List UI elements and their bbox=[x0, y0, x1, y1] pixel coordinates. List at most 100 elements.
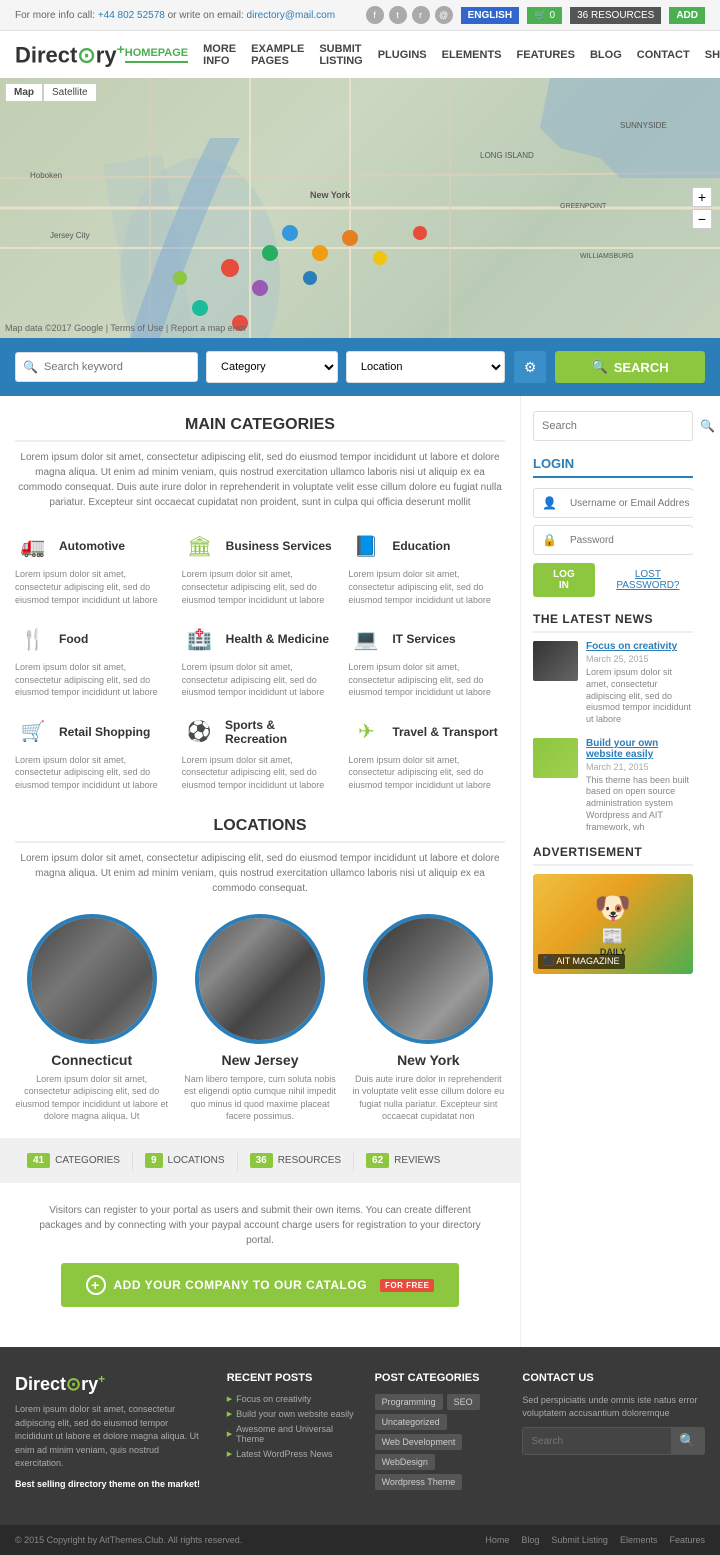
connecticut-image bbox=[27, 914, 157, 1044]
username-input-wrapper: 👤 bbox=[533, 488, 693, 518]
stat-categories-label: CATEGORIES bbox=[55, 1155, 120, 1166]
recent-post-2[interactable]: Awesome and Universal Theme bbox=[227, 1424, 355, 1444]
recent-post-1[interactable]: Build your own website easily bbox=[227, 1409, 355, 1419]
nav-plugins[interactable]: PLUGINS bbox=[378, 49, 427, 61]
footer-nav-submit[interactable]: Submit Listing bbox=[551, 1535, 608, 1545]
location-new-jersey[interactable]: New Jersey Nam libero tempore, cum solut… bbox=[183, 914, 336, 1123]
category-automotive[interactable]: Automotive Lorem ipsum dolor sit amet, c… bbox=[15, 528, 172, 606]
advertisement-image[interactable]: 🐶 📰 DAILY ⬛ AIT MAGAZINE bbox=[533, 874, 693, 974]
news-title-1[interactable]: Build your own website easily bbox=[586, 738, 693, 760]
ad-dog-emoji: 🐶 bbox=[594, 891, 631, 926]
svg-text:New York: New York bbox=[310, 190, 351, 200]
footer-search-button[interactable]: 🔍 bbox=[671, 1428, 704, 1454]
sidebar-search-icon: 🔍 bbox=[692, 412, 720, 440]
svg-text:Jersey City: Jersey City bbox=[50, 231, 90, 240]
facebook-icon[interactable]: f bbox=[366, 6, 384, 24]
search-settings-button[interactable]: ⚙ bbox=[513, 350, 547, 384]
top-bar-phone[interactable]: +44 802 52578 bbox=[98, 10, 165, 21]
tag-wordpress-theme[interactable]: Wordpress Theme bbox=[375, 1474, 463, 1490]
automotive-desc: Lorem ipsum dolor sit amet, consectetur … bbox=[15, 568, 172, 606]
add-button[interactable]: ADD bbox=[669, 7, 705, 24]
top-bar-info: For more info call: bbox=[15, 10, 95, 21]
sidebar-search-wrapper: 🔍 bbox=[533, 411, 693, 441]
location-select[interactable]: Location bbox=[346, 351, 505, 383]
nav-contact[interactable]: CONTACT bbox=[637, 49, 690, 61]
footer-description: Lorem ipsum dolor sit amet, consectetur … bbox=[15, 1403, 207, 1471]
resources-button[interactable]: 36 RESOURCES bbox=[570, 7, 661, 24]
category-select[interactable]: Category bbox=[206, 351, 338, 383]
sports-desc: Lorem ipsum dolor sit amet, consectetur … bbox=[182, 754, 339, 792]
footer-copyright: © 2015 Copyright by AitThemes.Club. All … bbox=[15, 1535, 242, 1545]
search-button-icon: 🔍 bbox=[592, 359, 608, 375]
footer-tags: Programming SEO Uncategorized Web Develo… bbox=[375, 1394, 503, 1490]
nav-shop[interactable]: SHOP bbox=[705, 49, 720, 61]
zoom-out-button[interactable]: − bbox=[692, 209, 712, 229]
category-travel[interactable]: Travel & Transport Lorem ipsum dolor sit… bbox=[348, 714, 505, 792]
login-buttons: LOG IN LOST PASSWORD? bbox=[533, 563, 693, 597]
category-it[interactable]: IT Services Lorem ipsum dolor sit amet, … bbox=[348, 621, 505, 699]
it-desc: Lorem ipsum dolor sit amet, consectetur … bbox=[348, 661, 505, 699]
footer-nav-home[interactable]: Home bbox=[485, 1535, 509, 1545]
category-food[interactable]: Food Lorem ipsum dolor sit amet, consect… bbox=[15, 621, 172, 699]
map-tab-satellite[interactable]: Satellite bbox=[43, 83, 97, 102]
tag-programming[interactable]: Programming bbox=[375, 1394, 443, 1410]
nav-elements[interactable]: ELEMENTS bbox=[442, 49, 502, 61]
search-button-label: SEARCH bbox=[614, 360, 669, 375]
category-business[interactable]: Business Services Lorem ipsum dolor sit … bbox=[182, 528, 339, 606]
search-button[interactable]: 🔍 SEARCH bbox=[555, 351, 705, 383]
locations-title: LOCATIONS bbox=[15, 817, 505, 843]
nav-more-info[interactable]: MORE INFO bbox=[203, 43, 236, 67]
nav-blog[interactable]: BLOG bbox=[590, 49, 622, 61]
category-retail[interactable]: Retail Shopping Lorem ipsum dolor sit am… bbox=[15, 714, 172, 792]
category-sports[interactable]: Sports & Recreation Lorem ipsum dolor si… bbox=[182, 714, 339, 792]
cart-button[interactable]: 🛒 0 bbox=[527, 7, 562, 24]
footer-grid: Direct⊙ry+ Lorem ipsum dolor sit amet, c… bbox=[15, 1372, 705, 1490]
sidebar-search-input[interactable] bbox=[534, 413, 692, 439]
login-button[interactable]: LOG IN bbox=[533, 563, 595, 597]
mail-icon[interactable]: @ bbox=[435, 6, 453, 24]
news-title-0[interactable]: Focus on creativity bbox=[586, 641, 693, 652]
nav-submit-listing[interactable]: SUBMIT LISTING bbox=[319, 43, 362, 67]
ad-newspaper: 📰 bbox=[594, 926, 631, 947]
footer-nav-features[interactable]: Features bbox=[669, 1535, 705, 1545]
location-new-york[interactable]: New York Duis aute irure dolor in repreh… bbox=[352, 914, 505, 1123]
sidebar-latest-news: THE LATEST NEWS Focus on creativity Marc… bbox=[533, 612, 693, 833]
tag-webdesign[interactable]: WebDesign bbox=[375, 1454, 435, 1470]
map-tab-map[interactable]: Map bbox=[5, 83, 43, 102]
tag-web-development[interactable]: Web Development bbox=[375, 1434, 463, 1450]
logo[interactable]: Direct⊙ry+ bbox=[15, 41, 125, 68]
contact-desc: Sed perspiciatis unde omnis iste natus e… bbox=[522, 1394, 705, 1419]
news-item-1: Build your own website easily March 21, … bbox=[533, 738, 693, 833]
recent-post-0[interactable]: Focus on creativity bbox=[227, 1394, 355, 1404]
tag-seo[interactable]: SEO bbox=[447, 1394, 480, 1410]
nav-homepage[interactable]: HOMEPAGE bbox=[125, 47, 188, 63]
search-keyword-input[interactable] bbox=[15, 352, 198, 382]
location-connecticut[interactable]: Connecticut Lorem ipsum dolor sit amet, … bbox=[15, 914, 168, 1123]
zoom-in-button[interactable]: + bbox=[692, 187, 712, 207]
twitter-icon[interactable]: t bbox=[389, 6, 407, 24]
nav-example-pages[interactable]: EXAMPLE PAGES bbox=[251, 43, 304, 67]
username-input[interactable] bbox=[565, 491, 707, 516]
footer-logo: Direct⊙ry+ bbox=[15, 1372, 207, 1395]
footer-search: 🔍 bbox=[522, 1427, 705, 1455]
category-education[interactable]: Education Lorem ipsum dolor sit amet, co… bbox=[348, 528, 505, 606]
rss-icon[interactable]: r bbox=[412, 6, 430, 24]
stat-resources-label: RESOURCES bbox=[278, 1155, 341, 1166]
footer-nav-elements[interactable]: Elements bbox=[620, 1535, 658, 1545]
category-health[interactable]: Health & Medicine Lorem ipsum dolor sit … bbox=[182, 621, 339, 699]
stat-reviews-num: 62 bbox=[366, 1153, 389, 1168]
nav-features[interactable]: FEATURES bbox=[517, 49, 575, 61]
categories-section: MAIN CATEGORIES Lorem ipsum dolor sit am… bbox=[15, 416, 505, 791]
top-bar-email[interactable]: directory@mail.com bbox=[247, 10, 336, 21]
tag-uncategorized[interactable]: Uncategorized bbox=[375, 1414, 447, 1430]
recent-post-3[interactable]: Latest WordPress News bbox=[227, 1449, 355, 1459]
language-selector[interactable]: ENGLISH bbox=[461, 7, 519, 24]
lost-password-button[interactable]: LOST PASSWORD? bbox=[603, 563, 693, 597]
cta-button[interactable]: + ADD YOUR COMPANY TO OUR CATALOG FOR FR… bbox=[61, 1263, 460, 1307]
categories-description: Lorem ipsum dolor sit amet, consectetur … bbox=[15, 450, 505, 510]
cta-plus-icon: + bbox=[86, 1275, 106, 1295]
cta-section: Visitors can register to your portal as … bbox=[15, 1183, 505, 1327]
footer-nav-blog[interactable]: Blog bbox=[521, 1535, 539, 1545]
footer-search-input[interactable] bbox=[523, 1428, 671, 1454]
password-input[interactable] bbox=[565, 528, 707, 553]
